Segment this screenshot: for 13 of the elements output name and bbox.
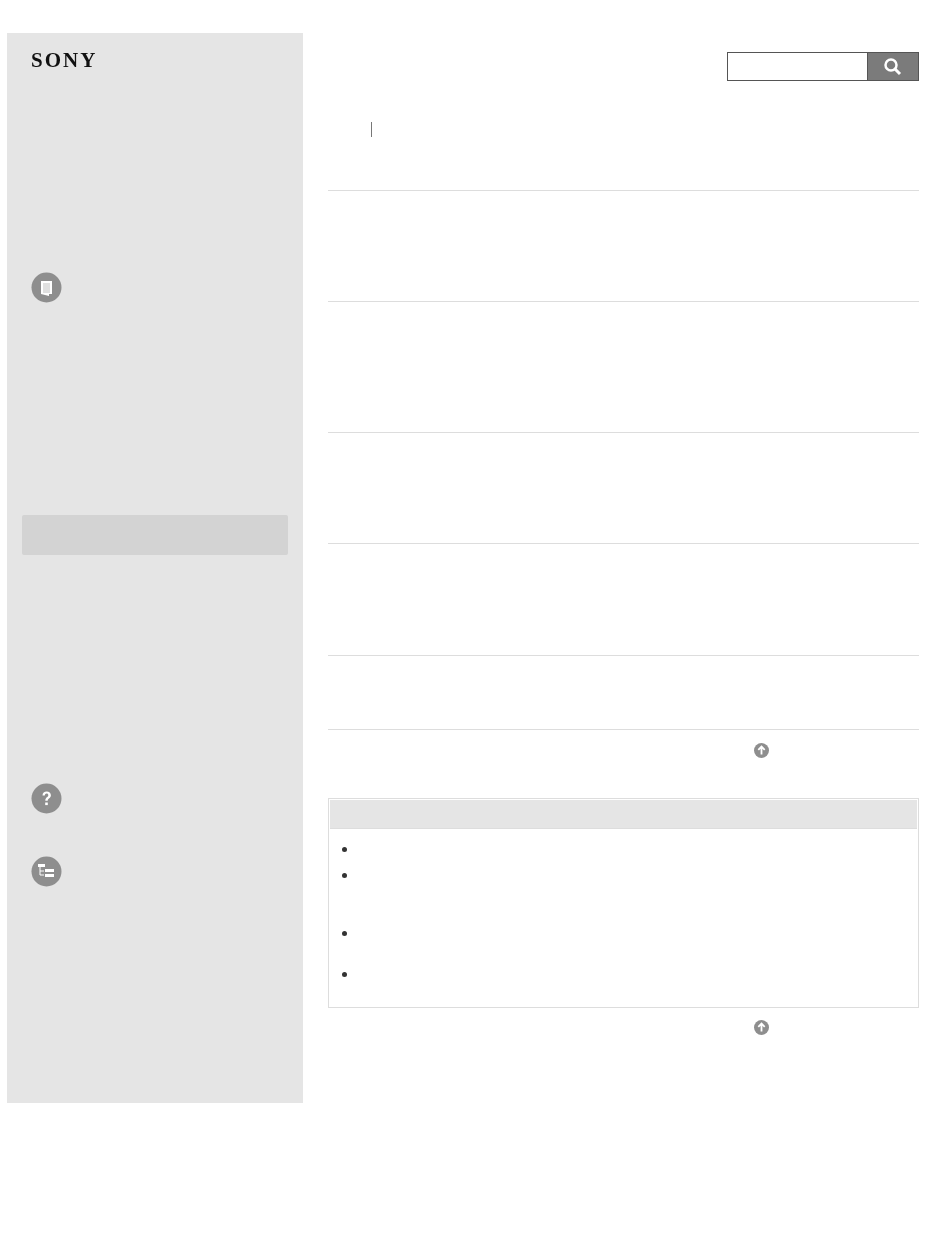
back-to-top-icon[interactable] [754, 743, 769, 758]
bullet-icon [342, 931, 347, 936]
search-field[interactable] [727, 52, 919, 81]
sitemap-icon[interactable] [31, 856, 62, 887]
logo[interactable]: SONY [31, 51, 98, 69]
back-to-top-icon[interactable] [754, 1020, 769, 1035]
search-icon [883, 56, 903, 77]
bullet-icon [342, 873, 347, 878]
bullet-icon [342, 972, 347, 977]
book-icon[interactable] [31, 272, 62, 303]
search-button[interactable] [867, 53, 918, 80]
help-icon[interactable] [31, 783, 62, 814]
bullet-icon [342, 847, 347, 852]
